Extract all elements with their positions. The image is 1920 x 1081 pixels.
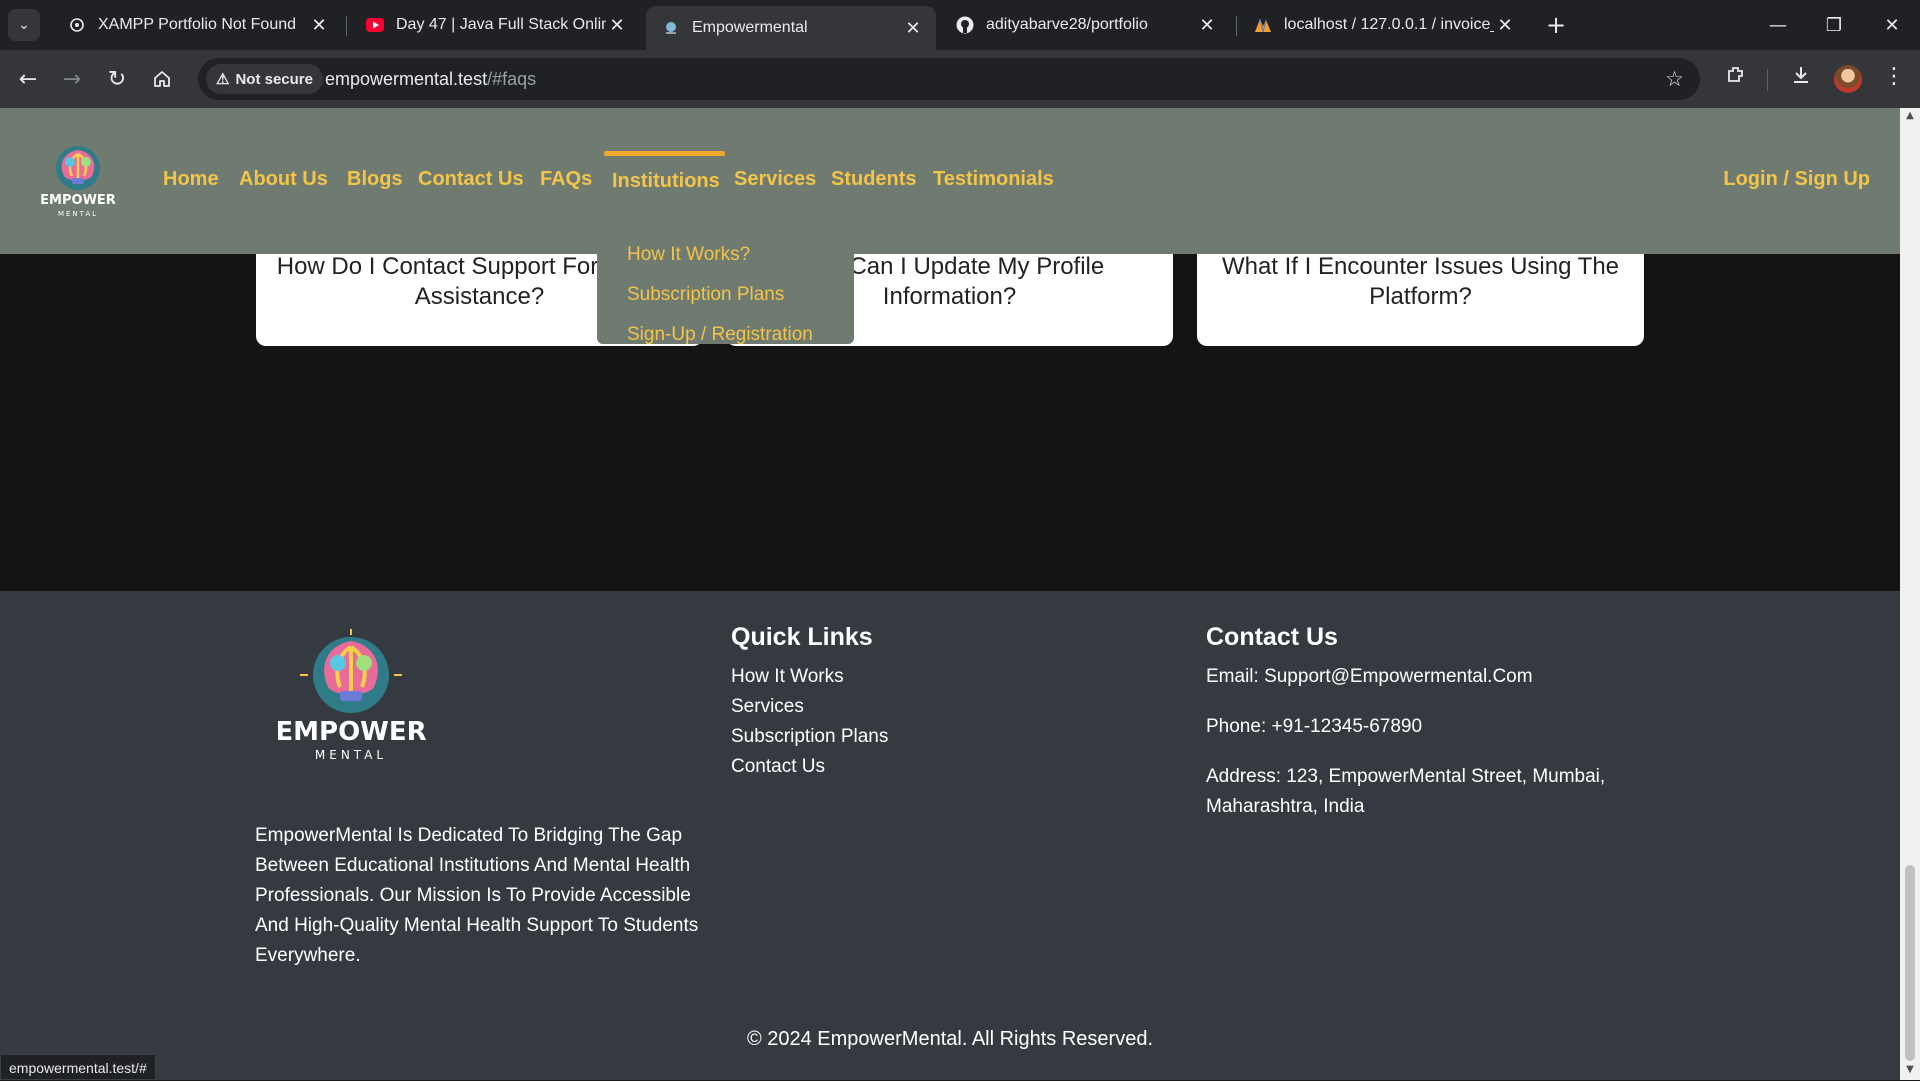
forward-arrow-icon: →	[62, 66, 82, 92]
scrollbar-thumb[interactable]	[1905, 865, 1915, 1061]
contact-us-title: Contact Us	[1206, 623, 1338, 651]
new-tab-button[interactable]: +	[1541, 10, 1571, 40]
dropdown-item-subscription-plans[interactable]: Subscription Plans	[627, 284, 784, 306]
site-logo[interactable]: EMPOWER MENTAL	[34, 138, 122, 226]
scroll-down-icon[interactable]: ▼	[1900, 1064, 1920, 1080]
tab-search-button[interactable]: ⌄	[8, 9, 40, 41]
youtube-icon	[366, 16, 384, 34]
close-icon[interactable]: ✕	[606, 15, 628, 36]
tab-github[interactable]: adityabarve28/portfolio ✕	[940, 6, 1230, 44]
site-footer: EMPOWER MENTAL EmpowerMental Is Dedicate…	[0, 591, 1900, 1080]
minimize-icon: —	[1769, 14, 1787, 36]
footer-link-how-it-works[interactable]: How It Works	[731, 666, 844, 688]
footer-link-contact-us[interactable]: Contact Us	[731, 756, 825, 778]
dropdown-item-signup-registration[interactable]: Sign-Up / Registration	[627, 324, 813, 346]
minimize-button[interactable]: —	[1750, 0, 1806, 50]
restore-icon: ❐	[1825, 14, 1843, 36]
extensions-icon[interactable]	[1721, 64, 1751, 92]
nav-contact-us[interactable]: Contact Us	[418, 168, 524, 191]
url-text[interactable]: empowermental.test/#faqs	[325, 69, 536, 90]
reload-icon: ↻	[107, 66, 127, 92]
back-arrow-icon: ←	[18, 66, 38, 92]
footer-link-subscription-plans[interactable]: Subscription Plans	[731, 726, 888, 748]
page-scrollbar[interactable]: ▲ ▼	[1900, 108, 1920, 1080]
close-icon[interactable]: ✕	[902, 18, 924, 39]
plus-icon: +	[1545, 11, 1567, 39]
tab-xampp[interactable]: XAMPP Portfolio Not Found ✕	[52, 6, 342, 44]
footer-about-text: EmpowerMental Is Dedicated To Bridging T…	[255, 825, 699, 966]
tab-youtube[interactable]: Day 47 | Java Full Stack Online T ✕	[350, 6, 640, 44]
close-window-button[interactable]: ✕	[1864, 0, 1920, 50]
close-icon[interactable]: ✕	[308, 15, 330, 36]
warning-icon: ⚠	[216, 71, 230, 88]
footer-address-line2: Maharashtra, India	[1206, 796, 1365, 817]
browser-toolbar: ← → ↻ ⚠ Not secure empowermental.test/#f…	[0, 50, 1920, 108]
nav-testimonials[interactable]: Testimonials	[933, 168, 1054, 191]
nav-students[interactable]: Students	[831, 168, 917, 191]
download-icon[interactable]	[1786, 64, 1816, 92]
profile-avatar[interactable]	[1834, 65, 1862, 93]
tab-empowermental[interactable]: Empowermental ✕	[646, 6, 936, 50]
close-icon[interactable]: ✕	[1196, 15, 1218, 36]
restore-button[interactable]: ❐	[1806, 0, 1862, 50]
nav-active-indicator	[604, 151, 725, 156]
address-bar[interactable]: ⚠ Not secure empowermental.test/#faqs ☆	[198, 58, 1700, 100]
footer-email: Email: Support@Empowermental.Com	[1206, 666, 1533, 687]
link-status-bar: empowermental.test/#	[0, 1054, 156, 1080]
nav-home[interactable]: Home	[163, 168, 219, 191]
footer-copyright: © 2024 EmpowerMental. All Rights Reserve…	[746, 1028, 1154, 1050]
login-signup-link[interactable]: Login / Sign Up	[1723, 168, 1870, 191]
nav-institutions[interactable]: Institutions	[612, 170, 720, 193]
tab-divider	[1236, 16, 1237, 36]
reload-button[interactable]: ↻	[99, 61, 135, 97]
nav-services[interactable]: Services	[734, 168, 816, 191]
close-icon[interactable]: ✕	[1494, 15, 1516, 36]
toolbar-divider	[1767, 69, 1768, 91]
scroll-up-icon[interactable]: ▲	[1900, 110, 1920, 126]
site-icon	[662, 19, 680, 37]
svg-text:EMPOWER: EMPOWER	[40, 193, 116, 208]
nav-faqs[interactable]: FAQs	[540, 168, 592, 191]
institutions-dropdown: How It Works? Subscription Plans Sign-Up…	[597, 218, 854, 346]
footer-phone: Phone: +91-12345-67890	[1206, 716, 1423, 737]
tab-divider	[346, 16, 347, 36]
security-chip[interactable]: ⚠ Not secure	[206, 64, 323, 94]
home-icon	[154, 71, 170, 87]
footer-logo: EMPOWER MENTAL	[275, 627, 428, 767]
dropdown-item-how-it-works[interactable]: How It Works?	[627, 244, 750, 266]
svg-text:MENTAL: MENTAL	[58, 210, 98, 218]
github-icon	[956, 16, 974, 34]
kebab-menu-icon[interactable]: ⋮	[1879, 64, 1909, 89]
forward-button[interactable]: →	[54, 61, 90, 97]
bookmark-star-icon[interactable]: ☆	[1665, 67, 1684, 91]
tab-phpmyadmin[interactable]: localhost / 127.0.0.1 / invoice_m ✕	[1238, 6, 1528, 44]
nav-about-us[interactable]: About Us	[239, 168, 328, 191]
page-viewport: How Do I Contact Support For Further Ass…	[0, 108, 1900, 1080]
home-button[interactable]	[144, 61, 180, 97]
site-header: EMPOWER MENTAL Home About Us Blogs Conta…	[0, 108, 1900, 254]
nav-blogs[interactable]: Blogs	[347, 168, 403, 191]
svg-text:EMPOWER: EMPOWER	[278, 717, 427, 747]
xampp-icon	[68, 16, 86, 34]
close-icon: ✕	[1884, 14, 1900, 36]
back-button[interactable]: ←	[10, 61, 46, 97]
quick-links-title: Quick Links	[731, 623, 873, 651]
phpmyadmin-icon	[1254, 16, 1272, 34]
svg-text:MENTAL: MENTAL	[315, 748, 387, 762]
footer-address-line1: Address: 123, EmpowerMental Street, Mumb…	[1206, 766, 1606, 787]
chevron-down-icon: ⌄	[18, 17, 30, 33]
browser-tab-strip: ⌄ XAMPP Portfolio Not Found ✕ Day 47 | J…	[0, 0, 1920, 50]
footer-link-services[interactable]: Services	[731, 696, 804, 718]
